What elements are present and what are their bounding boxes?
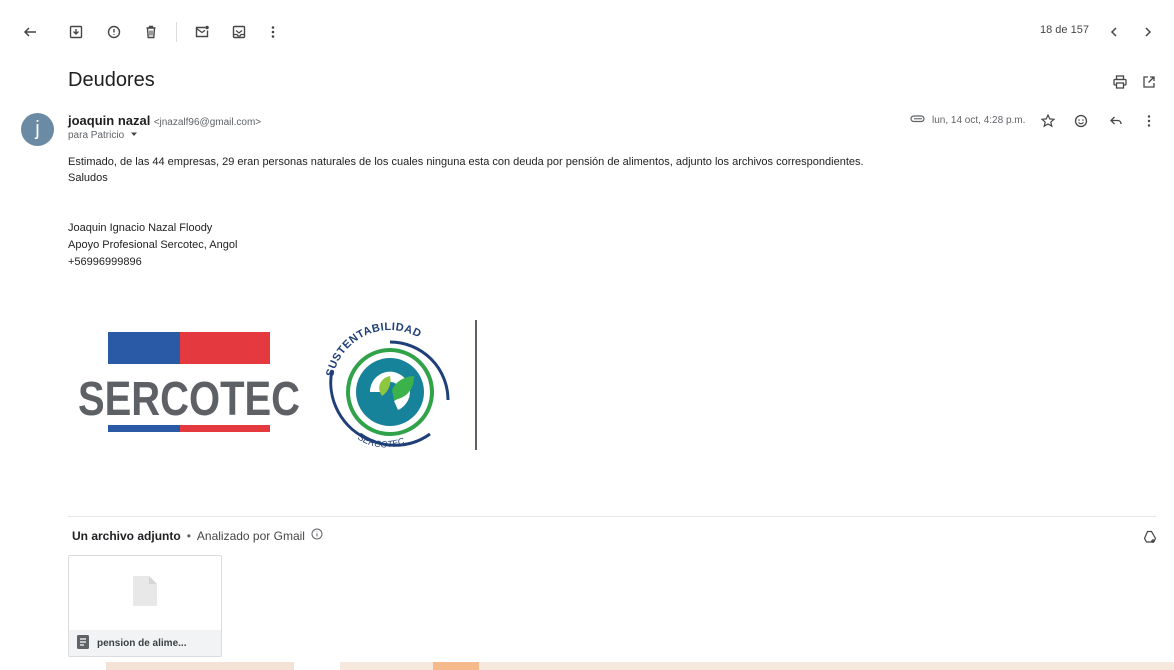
attachment-file-name: pension de alime... [97, 637, 187, 649]
move-to-icon[interactable] [227, 20, 251, 44]
bottom-strip [0, 662, 1174, 670]
attachments-header: Un archivo adjunto • Analizado por Gmail [72, 528, 323, 543]
recipient-label: para Patricio [68, 130, 125, 141]
bottom-strip-segment [0, 662, 106, 670]
attachment-footer: pension de alime... [69, 630, 221, 656]
logo-brand-text: SERCOTEC [78, 373, 300, 426]
sercotec-logo: SERCOTEC SUSTENTABILIDAD SERCOTEC [70, 300, 490, 470]
bottom-strip-segment [294, 662, 340, 670]
sender-avatar[interactable]: j [21, 113, 54, 146]
older-chevron-right-icon[interactable] [1136, 20, 1160, 44]
body-line-1: Estimado, de las 44 empresas, 29 eran pe… [68, 156, 864, 168]
signature-phone: +56996999896 [68, 256, 142, 268]
attachments-separator: • [186, 528, 191, 543]
signature-role: Apoyo Profesional Sercotec, Angol [68, 239, 238, 251]
scanned-by-gmail-label: Analizado por Gmail [196, 528, 305, 543]
info-icon[interactable] [311, 528, 323, 543]
back-arrow-icon[interactable] [18, 20, 42, 44]
message-counter: 18 de 157 [1040, 24, 1089, 36]
sender-name[interactable]: joaquin nazal [68, 113, 150, 128]
open-new-window-icon[interactable] [1137, 70, 1161, 94]
signature-name: Joaquin Ignacio Nazal Floody [68, 222, 213, 234]
toolbar-divider [176, 22, 177, 42]
archive-icon[interactable] [64, 20, 88, 44]
email-date: lun, 14 oct, 4:28 p.m. [932, 115, 1026, 126]
bottom-strip-segment [106, 662, 294, 670]
chevron-down-icon [130, 130, 138, 141]
bottom-strip-segment [433, 662, 479, 670]
attachment-clip-icon [910, 114, 926, 127]
body-line-2: Saludos [68, 172, 108, 184]
star-icon[interactable] [1036, 109, 1060, 133]
sender-email: <jnazalf96@gmail.com> [153, 117, 262, 128]
doc-type-icon [77, 634, 89, 652]
delete-icon[interactable] [139, 20, 163, 44]
more-options-icon[interactable] [261, 20, 285, 44]
print-icon[interactable] [1108, 70, 1132, 94]
attachment-card[interactable]: pension de alime... [68, 555, 222, 657]
newer-chevron-left-icon[interactable] [1102, 20, 1126, 44]
attachments-count-label: Un archivo adjunto [72, 528, 181, 543]
file-document-icon [131, 574, 159, 613]
attachments-divider [68, 516, 1156, 517]
report-spam-icon[interactable] [102, 20, 126, 44]
reply-icon[interactable] [1104, 109, 1128, 133]
add-to-drive-icon[interactable] [1138, 525, 1162, 549]
date-line: lun, 14 oct, 4:28 p.m. [910, 114, 1025, 127]
sender-line: joaquin nazal <jnazalf96@gmail.com> [68, 113, 261, 128]
emoji-reaction-icon[interactable] [1069, 109, 1093, 133]
recipient-dropdown[interactable]: para Patricio [68, 130, 138, 141]
email-subject: Deudores [68, 69, 155, 91]
mark-unread-icon[interactable] [190, 20, 214, 44]
attachment-preview [69, 556, 221, 630]
message-more-icon[interactable] [1137, 109, 1161, 133]
